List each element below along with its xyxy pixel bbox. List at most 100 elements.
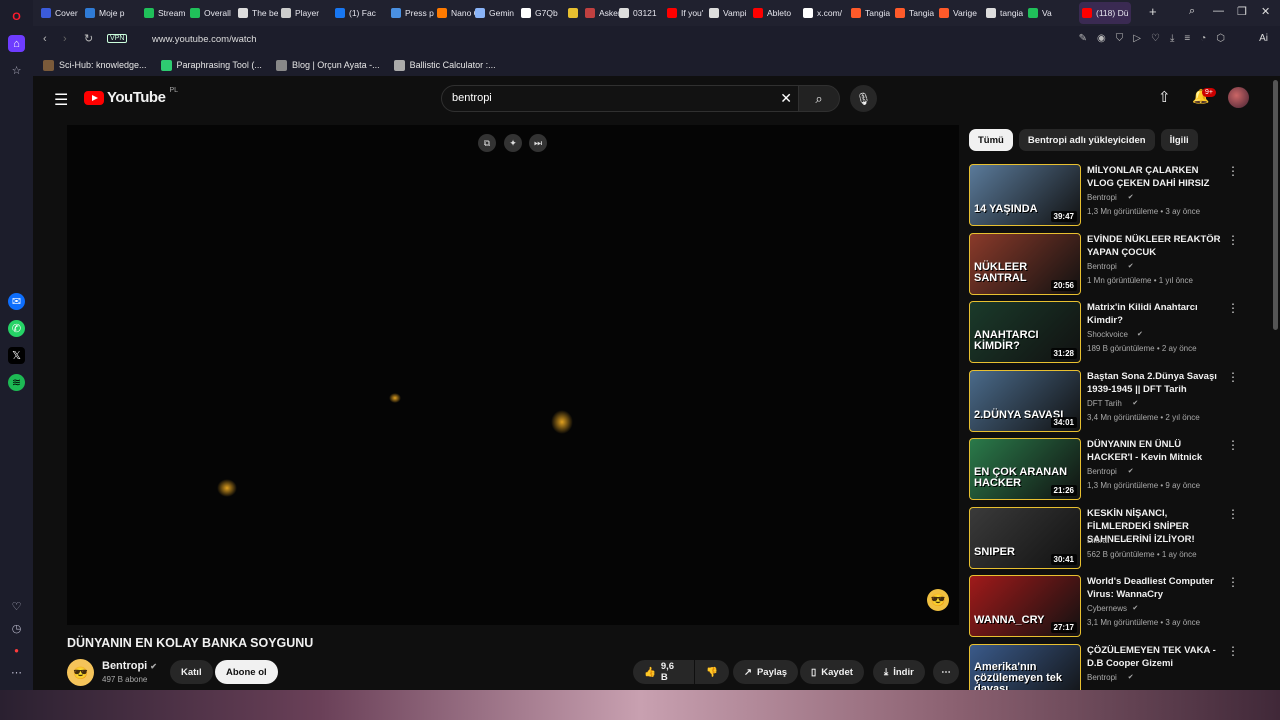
more-options-icon[interactable]: ⋮ (1227, 164, 1239, 178)
spotify-icon[interactable]: ≋ (8, 374, 25, 391)
browser-tab[interactable] (568, 2, 582, 24)
filter-chip[interactable]: Bentropi adlı yükleyiciden (1018, 129, 1155, 151)
video-thumbnail[interactable]: EN ÇOK ARANAN HACKER 21:26 (969, 438, 1081, 500)
download-icon[interactable]: ⤓ (1170, 33, 1174, 44)
history-icon[interactable]: ◷ (8, 620, 25, 637)
share-button[interactable]: ↗ Paylaş (733, 660, 799, 684)
browser-tab[interactable]: Askerl (585, 2, 623, 24)
new-tab-button[interactable]: + (1149, 4, 1157, 19)
extension-icon[interactable]: ⬡ (1216, 33, 1225, 44)
bookmark-item[interactable]: Ballistic Calculator :... (393, 59, 496, 71)
video-thumbnail[interactable]: WANNA_CRY 27:17 (969, 575, 1081, 637)
forward-icon[interactable]: › (63, 33, 67, 45)
recommendation-item[interactable]: WANNA_CRY 27:17 World's Deadliest Computer… (969, 575, 1241, 637)
maximize-button[interactable]: ❐ (1237, 5, 1247, 18)
like-button[interactable]: 👍 9,6 B (633, 660, 694, 684)
whatsapp-icon[interactable]: ✆ (8, 320, 25, 337)
browser-tab[interactable]: tangia (986, 2, 1023, 24)
browser-tab[interactable]: Nano C (437, 2, 480, 24)
more-options-icon[interactable]: ⋮ (1227, 438, 1239, 452)
recommendation-item[interactable]: SNIPER 30:41 KESKİN NİŞANCI, FİLMLERDEKİ S… (969, 506, 1241, 569)
bookmark-item[interactable]: Blog | Orçun Ayata -... (275, 59, 380, 71)
filter-chip[interactable]: Tümü (969, 129, 1013, 151)
close-window-button[interactable]: ✕ (1261, 5, 1270, 18)
menu-icon[interactable]: ☰ (54, 90, 68, 110)
video-player[interactable]: ⧉ ✦ ⏭ 😎 (67, 125, 959, 625)
voice-search-button[interactable]: 🎙 (850, 85, 877, 112)
heart-icon[interactable]: ♡ (1151, 33, 1160, 44)
dislike-button[interactable]: 👎 (695, 660, 729, 684)
browser-tab[interactable]: G7Qb (521, 2, 558, 24)
browser-tab[interactable]: Tangia (895, 2, 934, 24)
bookmark-item[interactable]: Sci-Hub: knowledge... (43, 59, 147, 71)
browser-tab[interactable]: Cover (41, 2, 78, 24)
browser-tab[interactable]: Vampi (709, 2, 746, 24)
recommendation-item[interactable]: NÜKLEER SANTRAL 20:56 EVİNDE NÜKLEER REAKT… (969, 232, 1241, 295)
more-options-icon[interactable]: ⋮ (1227, 233, 1239, 247)
scrollbar[interactable] (1273, 80, 1278, 330)
back-icon[interactable]: ‹ (43, 33, 47, 45)
browser-tab[interactable]: Varige (939, 2, 977, 24)
heart-icon[interactable]: ♡ (8, 598, 25, 615)
camera-icon[interactable]: ◉ (1097, 33, 1106, 44)
url-field[interactable]: www.youtube.com/watch (152, 34, 257, 45)
video-thumbnail[interactable]: 14 YAŞINDA 39:47 (969, 164, 1081, 226)
menu-icon[interactable]: ≡ (1184, 33, 1190, 44)
browser-tab[interactable]: The be (238, 2, 278, 24)
browser-tab[interactable]: Tangia (851, 2, 890, 24)
browser-tab[interactable]: (1) Fac (335, 2, 376, 24)
youtube-logo[interactable]: YouTube PL (84, 87, 178, 106)
browser-tab[interactable]: Ableto (753, 2, 791, 24)
save-button[interactable]: ▯ Kaydet (800, 660, 864, 684)
join-button[interactable]: Katıl (170, 660, 213, 684)
browser-tab[interactable]: Overall (190, 2, 231, 24)
channel-watermark-icon[interactable]: 😎 (927, 589, 949, 611)
recommendation-item[interactable]: ANAHTARCI KİMDİR? 31:28 Matrix'in Kilidi A… (969, 301, 1241, 363)
channel-avatar[interactable]: 😎 (67, 659, 94, 686)
video-thumbnail[interactable]: 2.DÜNYA SAVAŞI 34:01 (969, 369, 1081, 432)
browser-tab[interactable]: Gemin (475, 2, 514, 24)
search-button[interactable]: ⌕ (798, 85, 840, 112)
profile-icon[interactable]: ◔ (1200, 33, 1206, 44)
browser-tab[interactable]: Stream (144, 2, 185, 24)
minimize-button[interactable]: — (1213, 5, 1224, 17)
reload-icon[interactable]: ↻ (84, 32, 93, 45)
upload-icon[interactable]: ⇧ (1158, 88, 1171, 106)
browser-tab[interactable]: (118) Dü (1079, 2, 1132, 24)
home-icon[interactable]: ⌂ (8, 35, 25, 52)
x-icon[interactable]: 𝕏 (8, 347, 25, 364)
more-options-icon[interactable]: ⋮ (1227, 575, 1239, 589)
download-button[interactable]: ⤓ İndir (873, 660, 925, 684)
search-input[interactable] (452, 92, 772, 104)
browser-tab[interactable]: 03121 (619, 2, 657, 24)
avatar[interactable] (1228, 87, 1249, 108)
browser-tab[interactable]: Moje p (85, 2, 125, 24)
more-options-icon[interactable]: ⋮ (1227, 370, 1239, 384)
more-actions-button[interactable]: ⋯ (933, 660, 959, 684)
more-options-icon[interactable]: ⋮ (1227, 644, 1239, 658)
browser-tab[interactable]: Player (281, 2, 319, 24)
browser-tab[interactable]: x.com/ (803, 2, 842, 24)
video-thumbnail[interactable]: ANAHTARCI KİMDİR? 31:28 (969, 301, 1081, 363)
recommendation-item[interactable]: 2.DÜNYA SAVAŞI 34:01 Baştan Sona 2.Dünya S… (969, 369, 1241, 432)
filter-chip[interactable]: İlgili (1160, 129, 1198, 151)
recommendation-item[interactable]: EN ÇOK ARANAN HACKER 21:26 DÜNYANIN EN ÜNL… (969, 438, 1241, 500)
skip-icon[interactable]: ⏭ (529, 134, 547, 152)
more-icon[interactable]: ⋯ (8, 664, 25, 681)
play-icon[interactable]: ▷ (1133, 33, 1141, 44)
miniplayer-icon[interactable]: ⧉ (478, 134, 496, 152)
edit-icon[interactable]: ✎ (1079, 33, 1087, 44)
browser-tab[interactable]: Va (1028, 2, 1052, 24)
video-thumbnail[interactable]: SNIPER 30:41 (969, 506, 1081, 569)
star-icon[interactable]: ☆ (8, 62, 25, 79)
video-thumbnail[interactable]: NÜKLEER SANTRAL 20:56 (969, 232, 1081, 295)
clear-icon[interactable]: ✕ (780, 90, 792, 107)
opera-logo-icon[interactable]: O (8, 8, 25, 25)
subscribe-button[interactable]: Abone ol (215, 660, 278, 684)
messenger-icon[interactable]: ✉ (8, 293, 25, 310)
browser-tab[interactable]: If you' (667, 2, 703, 24)
more-options-icon[interactable]: ⋮ (1227, 507, 1239, 521)
sparkle-icon[interactable]: ✦ (504, 134, 522, 152)
recommendation-item[interactable]: 14 YAŞINDA 39:47 MİLYONLAR ÇALARKEN VLOG Ç… (969, 164, 1241, 226)
channel-name[interactable]: Bentropi ✔ (102, 660, 157, 672)
